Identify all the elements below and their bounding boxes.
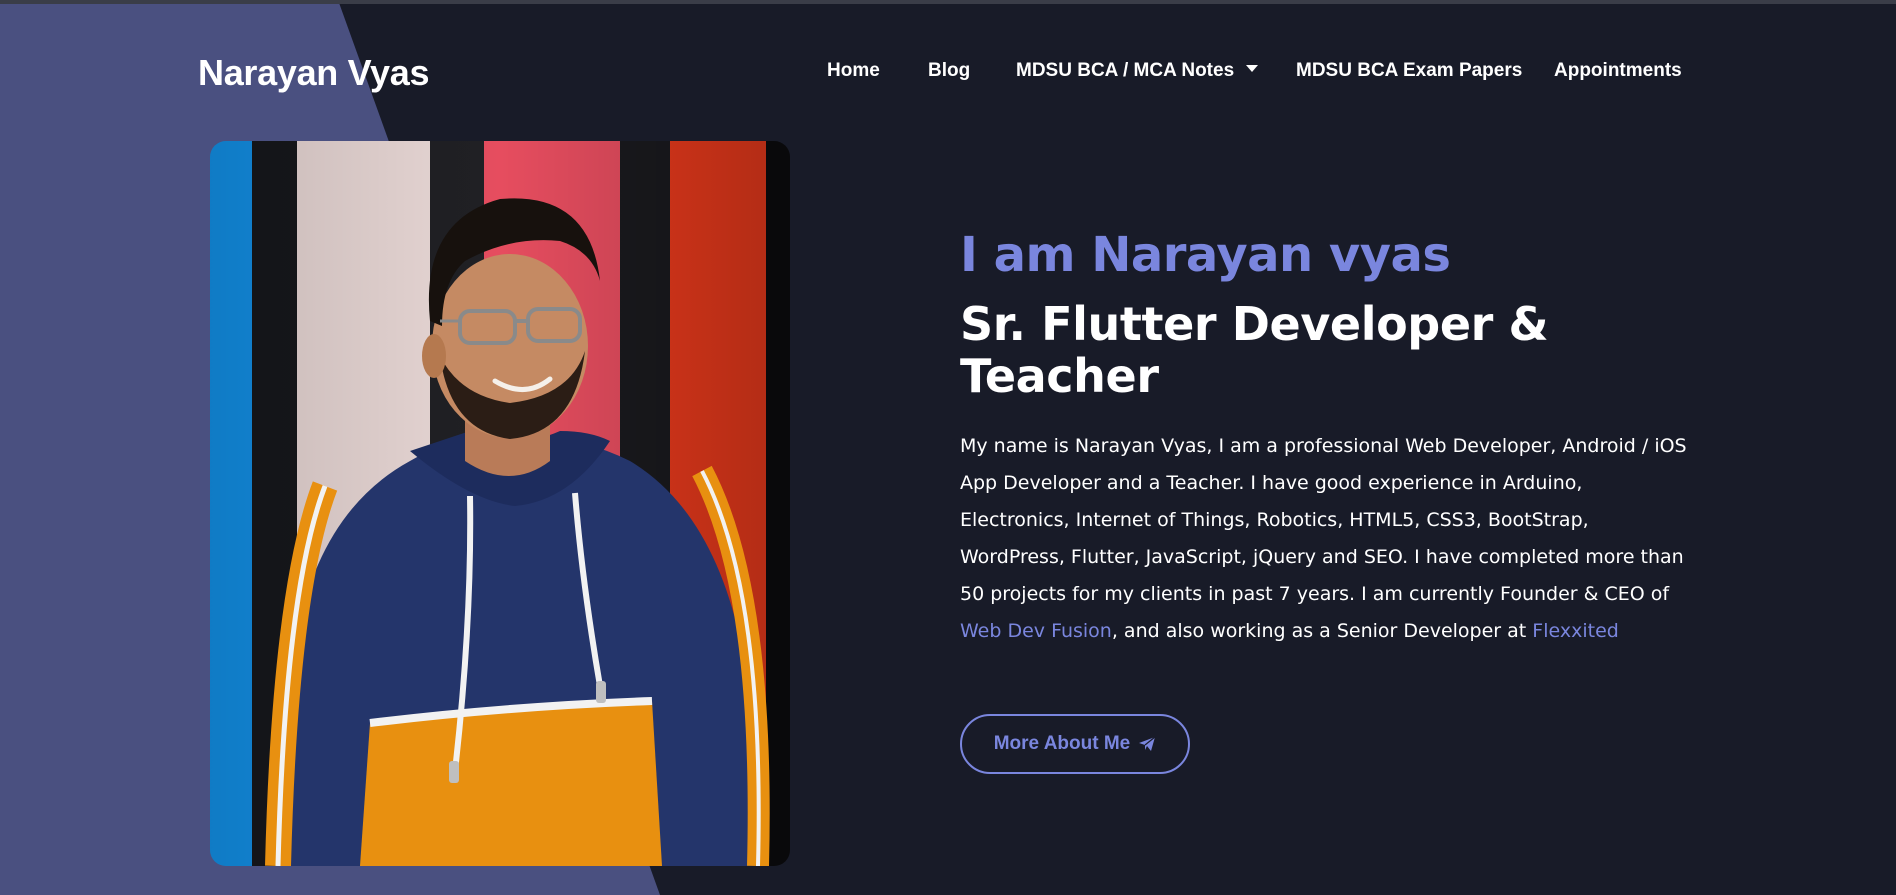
nav-item-mdsu-notes[interactable]: MDSU BCA / MCA Notes [1016, 58, 1259, 84]
nav-item-blog[interactable]: Blog [928, 58, 970, 84]
bio-text-1: My name is Narayan Vyas, I am a professi… [960, 435, 1687, 605]
browser-top-rule [0, 0, 1896, 4]
hero-section: I am Narayan vyas Sr. Flutter Developer … [960, 222, 1690, 650]
bio-link-flexxited[interactable]: Flexxited [1532, 620, 1619, 642]
nav-item-label: MDSU BCA / MCA Notes [1016, 60, 1235, 81]
nav-item-home[interactable]: Home [827, 58, 880, 84]
profile-photo [210, 141, 790, 866]
hero-intro: I am Narayan vyas [960, 227, 1451, 283]
more-about-me-button[interactable]: More About Me [960, 714, 1190, 774]
bio-link-web-dev-fusion[interactable]: Web Dev Fusion [960, 620, 1112, 642]
more-about-me-label: More About Me [993, 733, 1131, 754]
paper-plane-icon [1139, 736, 1156, 751]
caret-down-icon [1246, 65, 1259, 73]
hero-role: Sr. Flutter Developer & Teacher [960, 298, 1690, 402]
nav-item-exam-papers[interactable]: MDSU BCA Exam Papers [1296, 58, 1522, 84]
bio-text-2: , and also working as a Senior Developer… [1111, 620, 1533, 642]
hero-role-line1: Sr. Flutter Developer & [960, 297, 1549, 351]
nav-item-appointments[interactable]: Appointments [1554, 58, 1682, 84]
hero-role-line2: Teacher [960, 349, 1159, 403]
main-nav: Home Blog MDSU BCA / MCA Notes MDSU BCA … [0, 58, 1896, 84]
hero-bio: My name is Narayan Vyas, I am a professi… [960, 428, 1690, 650]
